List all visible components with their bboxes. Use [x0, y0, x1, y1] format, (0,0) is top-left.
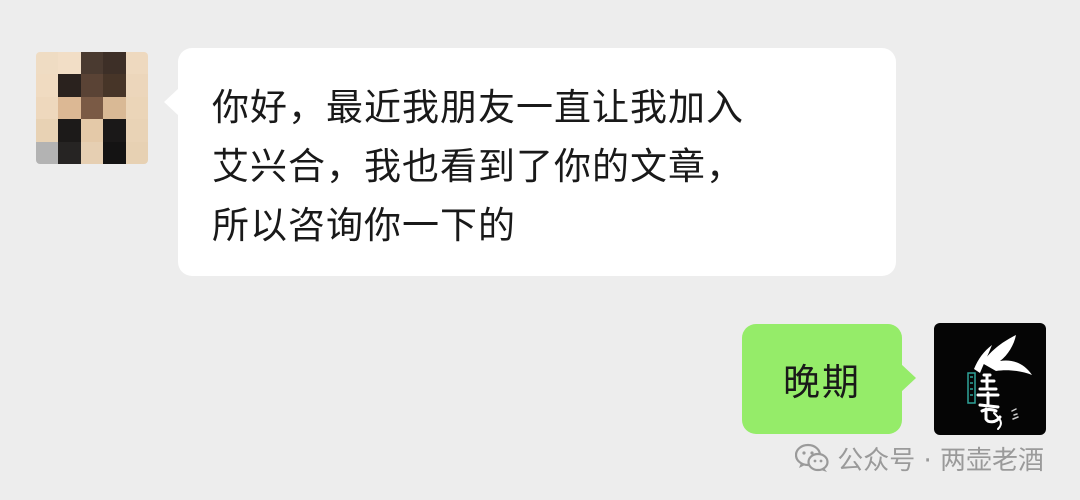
watermark-text: 公众号 · 两壶老酒 — [837, 445, 1044, 476]
outgoing-message-bubble[interactable]: 晚期 — [742, 324, 916, 434]
message-line: 你好，最近我朋友一直让我加入 — [212, 86, 744, 129]
calligraphy-logo — [967, 335, 1032, 430]
message-line: 艾兴合，我也看到了你的文章， — [212, 145, 744, 188]
watermark: 公众号 · 两壶老酒 — [795, 440, 1044, 476]
outgoing-message-text: 晚期 — [783, 361, 861, 404]
message-line: 所以咨询你一下的 — [212, 204, 516, 247]
wechat-icon — [795, 443, 829, 472]
contact-avatar-pixelated[interactable] — [36, 52, 148, 164]
user-avatar-calligraphy[interactable] — [934, 323, 1046, 435]
incoming-message-bubble[interactable]: 你好，最近我朋友一直让我加入 艾兴合，我也看到了你的文章， 所以咨询你一下的 — [164, 48, 896, 276]
